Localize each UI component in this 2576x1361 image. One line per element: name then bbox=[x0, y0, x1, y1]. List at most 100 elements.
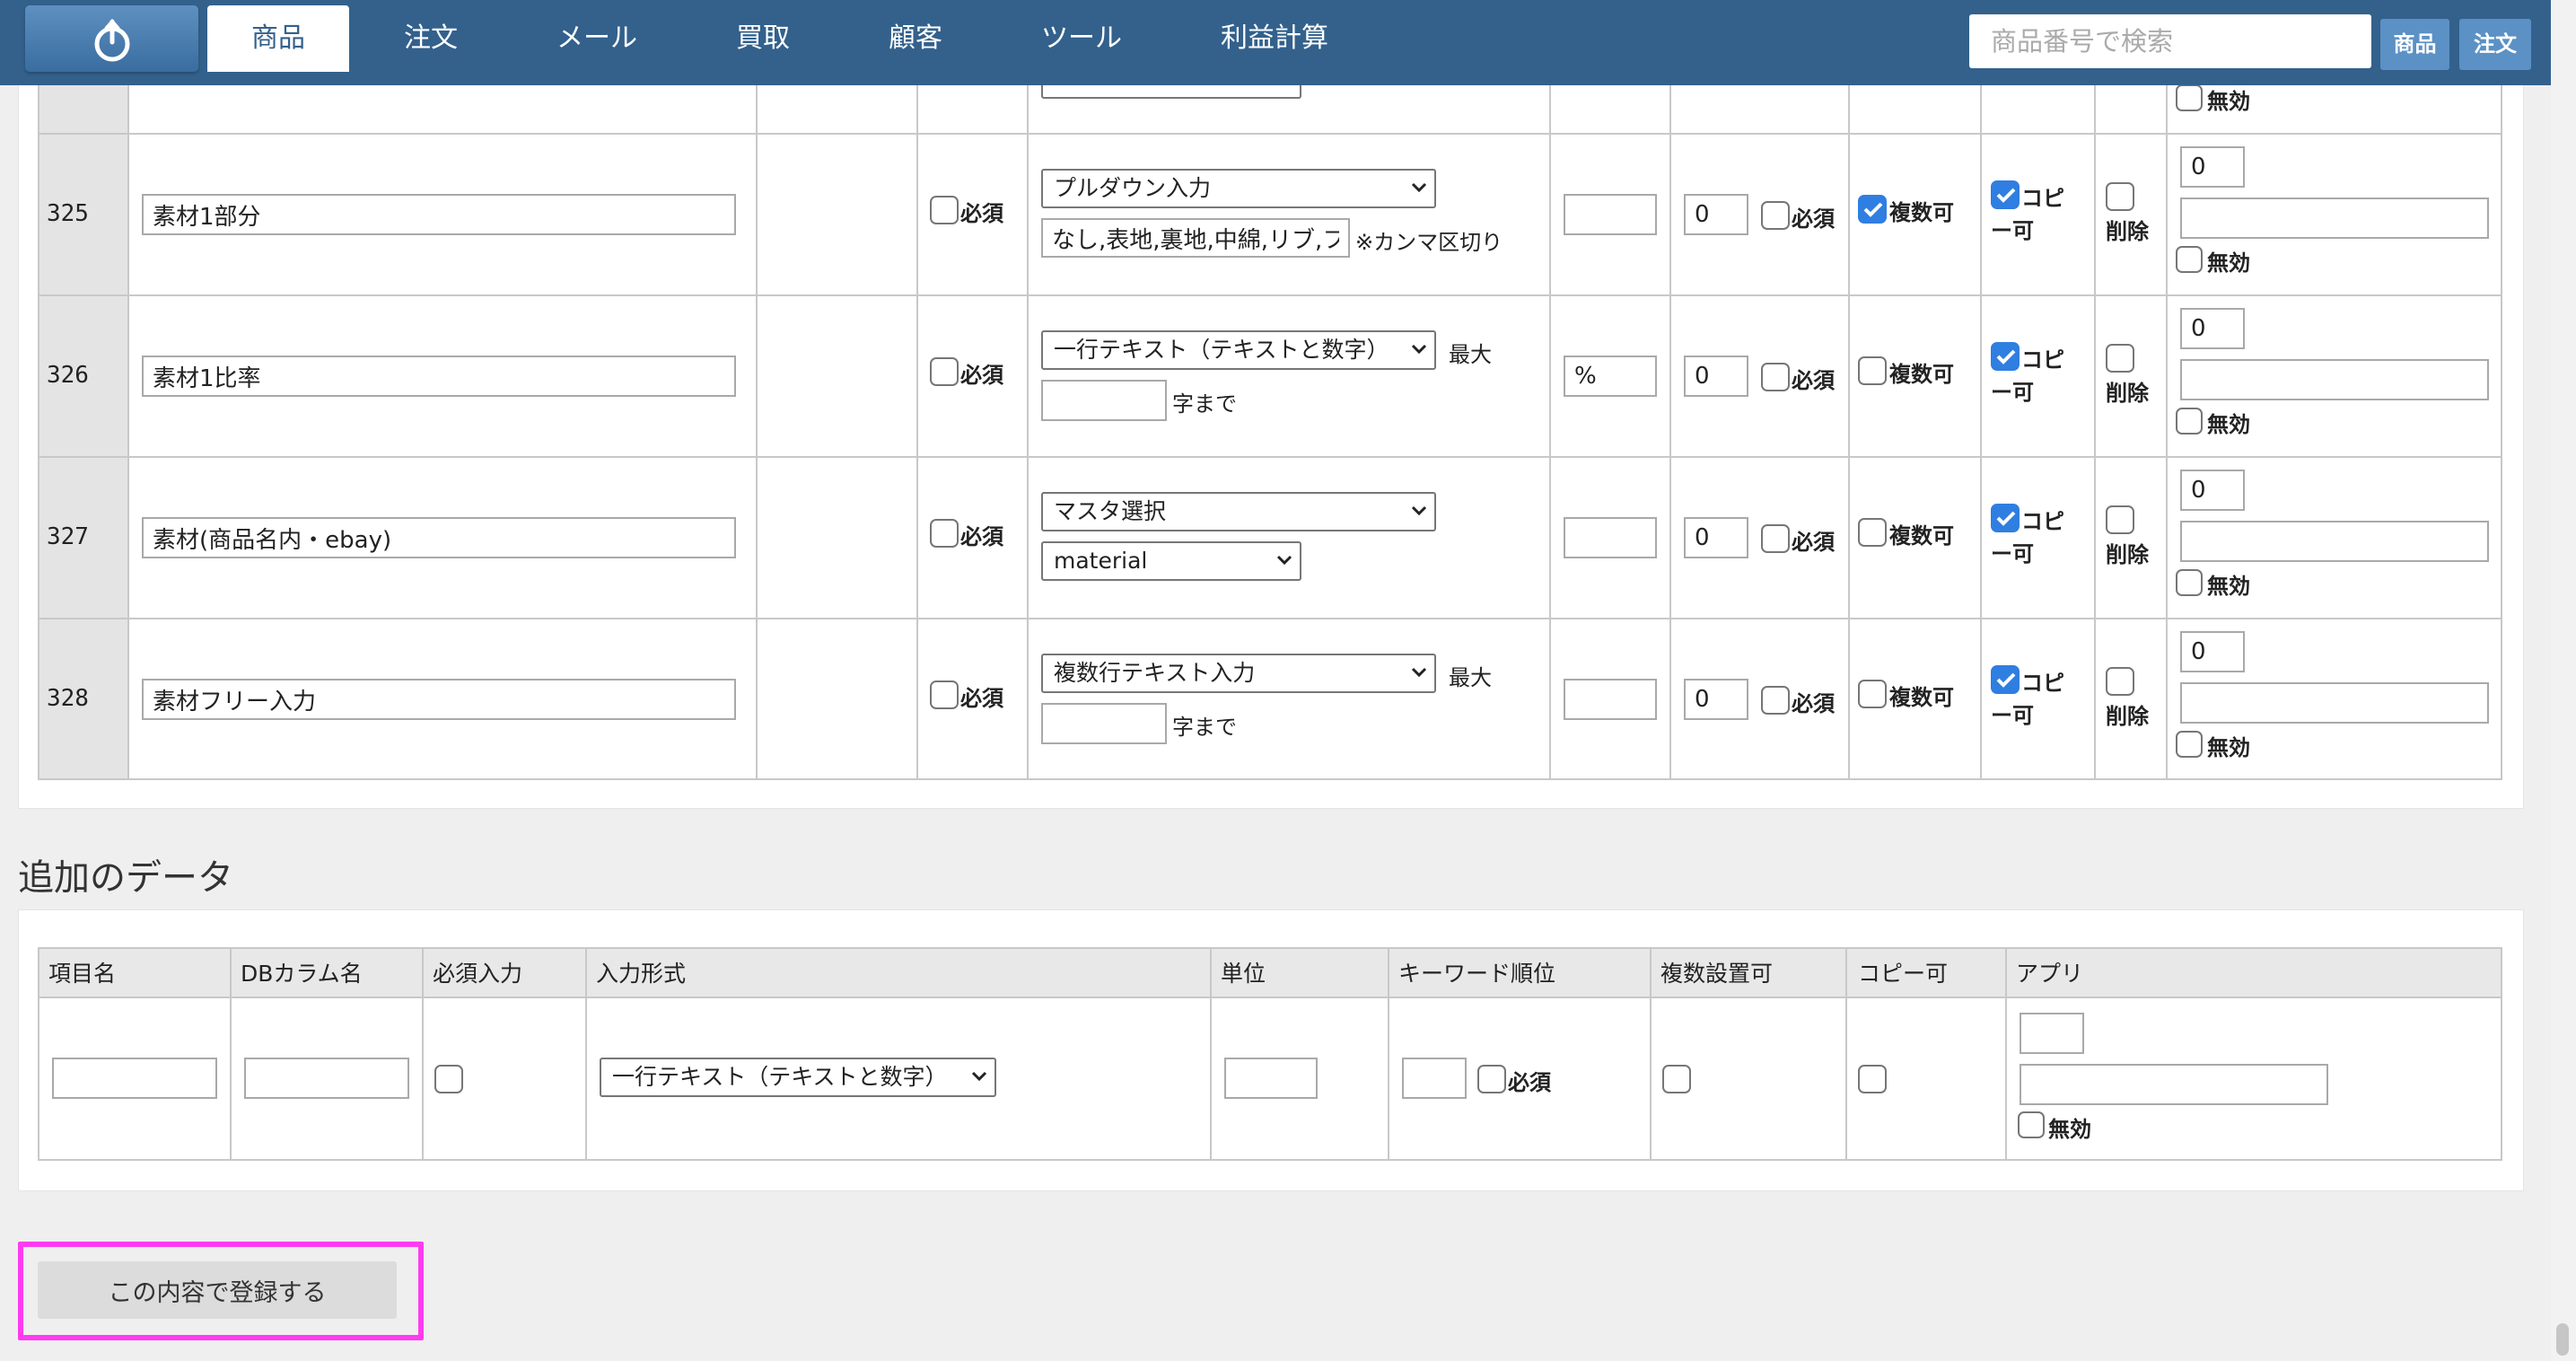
multiple-checkbox[interactable] bbox=[1858, 356, 1887, 385]
new-field-name-input[interactable] bbox=[52, 1058, 217, 1099]
required-checkbox[interactable] bbox=[930, 680, 959, 709]
copy-checkbox[interactable] bbox=[1991, 665, 2020, 694]
invalid-checkbox[interactable] bbox=[2176, 408, 2203, 435]
input-type-value: マスタ選択 bbox=[1054, 498, 1167, 524]
app-text-input[interactable] bbox=[2180, 198, 2489, 239]
unit-input[interactable] bbox=[1564, 679, 1657, 720]
required-label: 必須 bbox=[960, 201, 1003, 226]
delete-checkbox[interactable] bbox=[2106, 344, 2134, 373]
app-text-input[interactable] bbox=[2180, 682, 2489, 724]
max-length-input[interactable] bbox=[1041, 703, 1167, 744]
input-type-select[interactable]: マスタ選択 bbox=[1041, 492, 1436, 531]
new-input-type-select[interactable]: 一行テキスト（テキストと数字） bbox=[600, 1058, 996, 1097]
keyword-required-checkbox[interactable] bbox=[1761, 524, 1790, 553]
max-label: 最大 bbox=[1449, 342, 1492, 367]
multiple-checkbox[interactable] bbox=[1858, 680, 1887, 708]
invalid-checkbox[interactable] bbox=[2176, 731, 2203, 758]
copy-checkbox[interactable] bbox=[1991, 342, 2020, 371]
input-type-select[interactable]: 複数行テキスト入力 bbox=[1041, 654, 1436, 693]
chevron-down-icon bbox=[971, 1071, 987, 1082]
keyword-required-checkbox[interactable] bbox=[1761, 686, 1790, 715]
multiple-checkbox[interactable] bbox=[1858, 195, 1887, 224]
copy-label-cont: ー可 bbox=[1991, 380, 2034, 405]
field-name-input[interactable] bbox=[142, 517, 736, 558]
new-app-text-input[interactable] bbox=[2020, 1064, 2328, 1105]
new-db-column-input[interactable] bbox=[244, 1058, 409, 1099]
unit-input[interactable] bbox=[1564, 517, 1657, 558]
new-multiple-checkbox[interactable] bbox=[1662, 1065, 1691, 1093]
nav-tab-purchase[interactable]: 買取 bbox=[691, 5, 835, 72]
options-input[interactable] bbox=[1041, 218, 1350, 258]
max-length-input[interactable] bbox=[1041, 380, 1167, 421]
new-keyword-order-input[interactable] bbox=[1402, 1058, 1467, 1099]
app-value-input[interactable] bbox=[2180, 470, 2245, 511]
field-name-input[interactable] bbox=[142, 356, 736, 397]
keyword-order-input[interactable] bbox=[1684, 679, 1748, 720]
new-invalid-checkbox[interactable] bbox=[2018, 1111, 2045, 1138]
master-value: material bbox=[1054, 548, 1148, 574]
required-label: 必須 bbox=[960, 524, 1003, 549]
keyword-required-checkbox[interactable] bbox=[1761, 201, 1790, 230]
unit-input[interactable] bbox=[1564, 356, 1657, 397]
search-input[interactable] bbox=[1969, 14, 2371, 68]
new-required-checkbox[interactable] bbox=[434, 1065, 463, 1093]
invalid-label: 無効 bbox=[2207, 250, 2250, 276]
app-value-input[interactable] bbox=[2180, 308, 2245, 349]
copy-checkbox[interactable] bbox=[1991, 180, 2020, 209]
delete-checkbox[interactable] bbox=[2106, 505, 2134, 534]
keyword-order-input[interactable] bbox=[1684, 356, 1748, 397]
input-type-select[interactable]: 一行テキスト（テキストと数字） bbox=[1041, 330, 1436, 370]
submit-button[interactable]: この内容で登録する bbox=[38, 1261, 397, 1319]
new-app-value-input[interactable] bbox=[2020, 1013, 2084, 1054]
invalid-checkbox[interactable] bbox=[2176, 569, 2203, 596]
invalid-label: 無効 bbox=[2207, 735, 2250, 760]
add-data-title: 追加のデータ bbox=[18, 857, 233, 899]
copy-checkbox[interactable] bbox=[1991, 504, 2020, 532]
checkmark-icon bbox=[1863, 202, 1883, 217]
copy-label-cont: ー可 bbox=[1991, 218, 2034, 243]
master-select[interactable]: material bbox=[1041, 541, 1301, 581]
required-checkbox[interactable] bbox=[930, 357, 959, 386]
search-order-button[interactable]: 注文 bbox=[2459, 19, 2531, 70]
delete-checkbox[interactable] bbox=[2106, 182, 2134, 211]
home-button[interactable] bbox=[25, 5, 198, 72]
input-type-select[interactable]: プルダウン入力 bbox=[1041, 169, 1436, 208]
nav-tab-tools[interactable]: ツール bbox=[996, 5, 1167, 72]
chevron-down-icon bbox=[1411, 505, 1427, 516]
app-value-input[interactable] bbox=[2180, 631, 2245, 672]
field-name-input[interactable] bbox=[142, 194, 736, 235]
invalid-label: 無効 bbox=[2207, 412, 2250, 437]
new-unit-input[interactable] bbox=[1224, 1058, 1318, 1099]
keyword-order-input[interactable] bbox=[1684, 194, 1748, 235]
unit-input[interactable] bbox=[1564, 194, 1657, 235]
nav-tab-products[interactable]: 商品 bbox=[207, 5, 349, 72]
new-copy-checkbox[interactable] bbox=[1858, 1065, 1887, 1093]
nav-tab-customers[interactable]: 顧客 bbox=[844, 5, 987, 72]
invalid-checkbox[interactable] bbox=[2176, 246, 2203, 273]
required-checkbox[interactable] bbox=[930, 519, 959, 548]
invalid-checkbox[interactable] bbox=[2176, 84, 2203, 111]
app-value-input[interactable] bbox=[2180, 146, 2245, 188]
page-scrollbar-thumb[interactable] bbox=[2556, 1323, 2569, 1356]
nav-tab-orders[interactable]: 注文 bbox=[359, 5, 503, 72]
nav-tab-profit-calc[interactable]: 利益計算 bbox=[1176, 5, 1373, 72]
delete-checkbox[interactable] bbox=[2106, 667, 2134, 696]
checkmark-icon bbox=[1996, 349, 2016, 364]
nav-tab-mail[interactable]: メール bbox=[512, 5, 682, 72]
required-checkbox[interactable] bbox=[930, 196, 959, 224]
keyword-required-label: 必須 bbox=[1792, 530, 1835, 555]
checkmark-icon bbox=[1996, 672, 2016, 688]
keyword-required-checkbox[interactable] bbox=[1761, 363, 1790, 391]
invalid-label: 無効 bbox=[2207, 89, 2250, 114]
multiple-checkbox[interactable] bbox=[1858, 518, 1887, 547]
app-text-input[interactable] bbox=[2180, 521, 2489, 562]
multiple-label: 複数可 bbox=[1889, 362, 1954, 387]
new-keyword-required-checkbox[interactable] bbox=[1477, 1065, 1506, 1093]
app-text-input[interactable] bbox=[2180, 359, 2489, 400]
field-name-input[interactable] bbox=[142, 679, 736, 720]
checkmark-icon bbox=[1996, 188, 2016, 203]
chevron-down-icon bbox=[1276, 555, 1292, 566]
page-scrollbar[interactable] bbox=[2551, 0, 2576, 1361]
keyword-order-input[interactable] bbox=[1684, 517, 1748, 558]
search-product-button[interactable]: 商品 bbox=[2380, 19, 2449, 70]
